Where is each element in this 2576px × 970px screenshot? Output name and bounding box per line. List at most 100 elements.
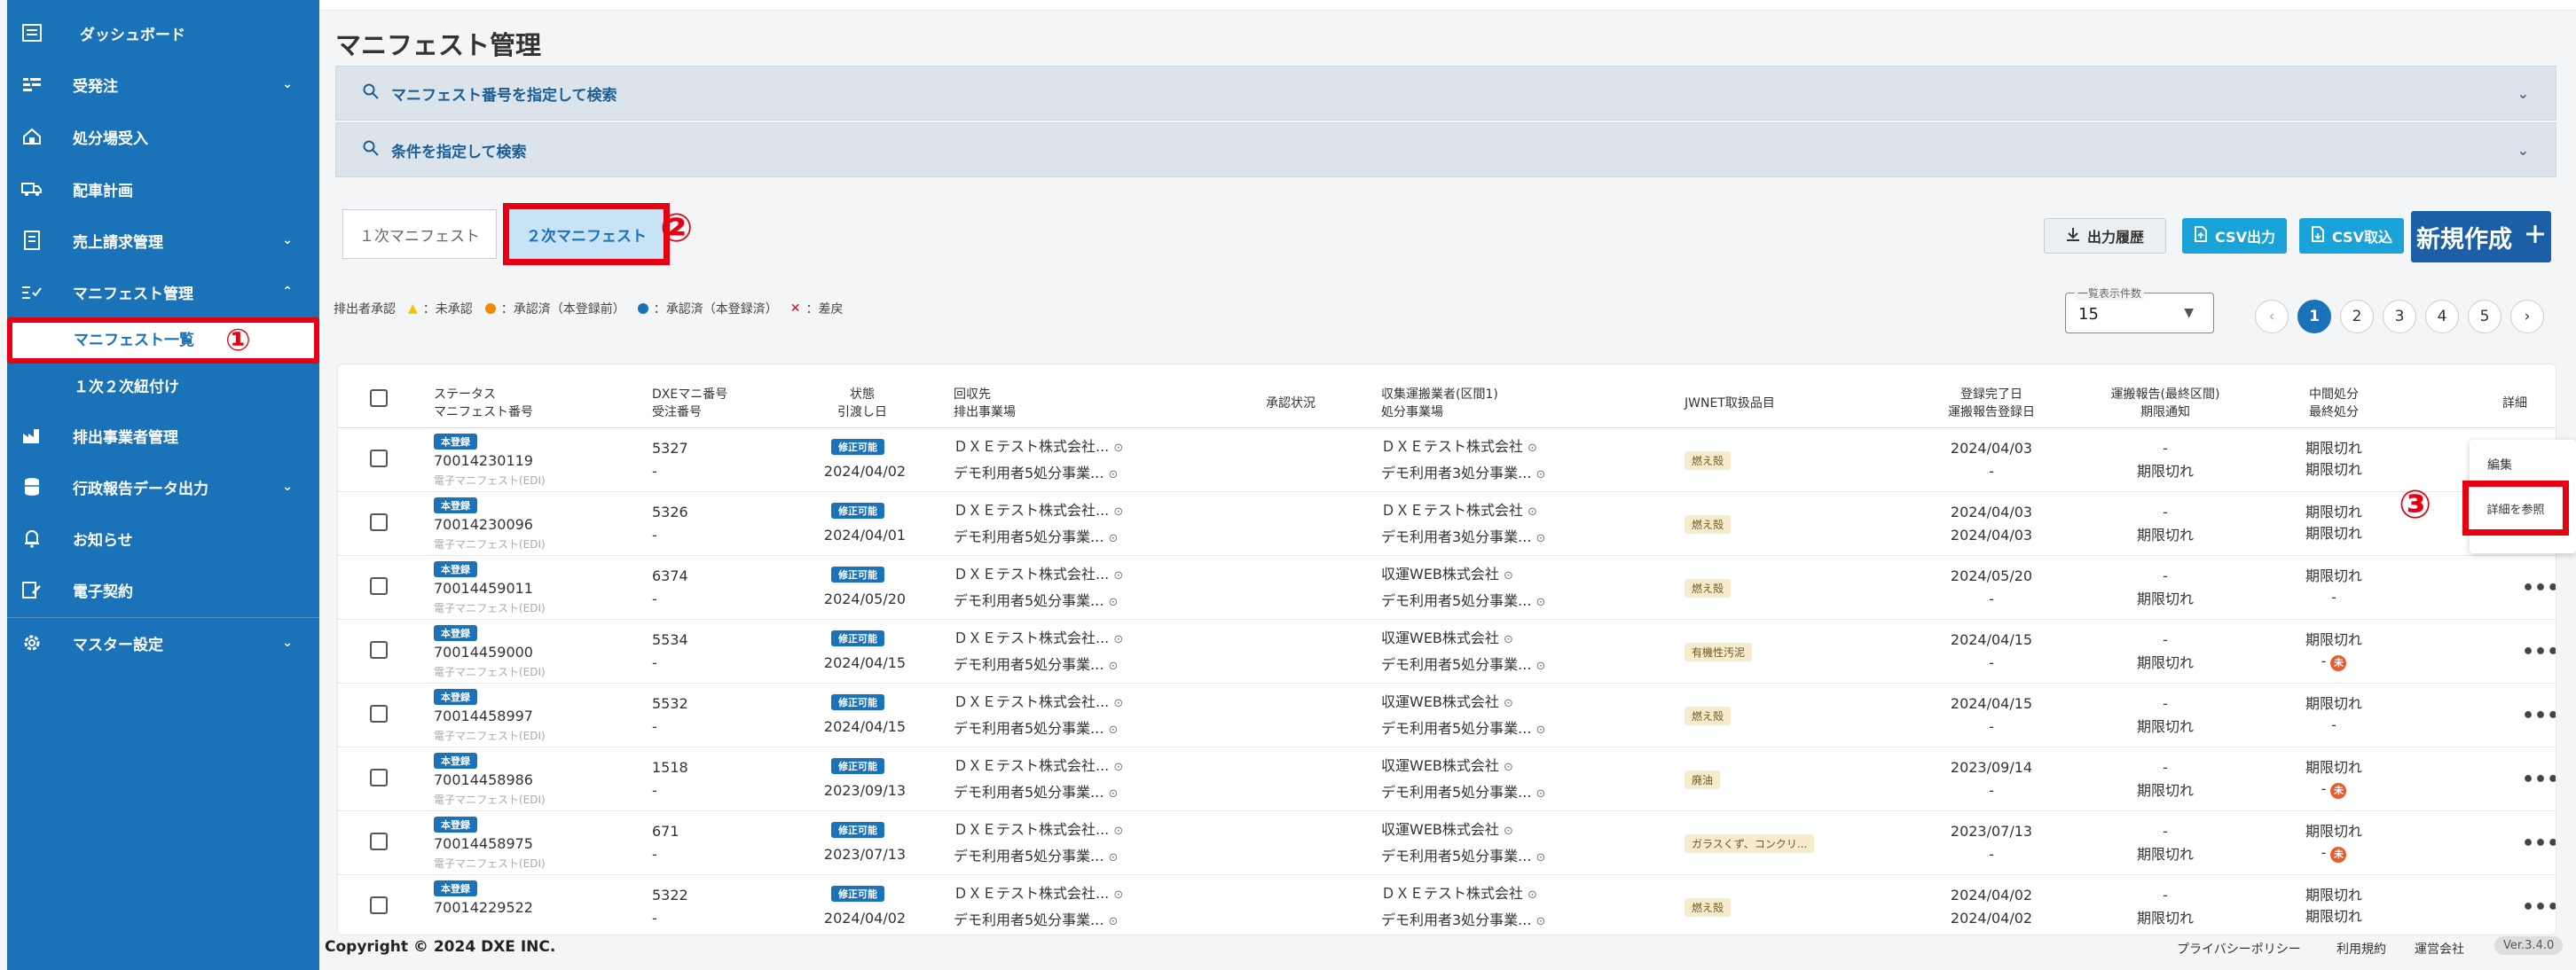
order-number: - (652, 782, 657, 799)
sidebar-item-master-settings[interactable]: マスター設定 ⌄ (7, 628, 319, 658)
disposal-site: デモ利用者5処分事業... ⊙ (1381, 720, 1546, 737)
row-checkbox[interactable] (370, 641, 388, 659)
more-actions-button[interactable]: ••• (2522, 833, 2556, 855)
more-actions-button[interactable]: ••• (2522, 769, 2556, 791)
sidebar-item-billing[interactable]: 売上請求管理 ⌄ (7, 225, 319, 255)
warning-icon: 未 (2330, 655, 2347, 671)
transporter-name: ＤＸＥテスト株式会社 ⊙ (1381, 885, 1538, 902)
privacy-policy-link[interactable]: プライバシーポリシー (2177, 940, 2301, 958)
sidebar-item-disposal-intake[interactable]: 処分場受入 (7, 121, 319, 152)
sidebar-item-manifest[interactable]: マニフェスト管理 ⌃ (7, 277, 319, 307)
row-checkbox[interactable] (370, 513, 388, 531)
manifest-number[interactable]: 70014458986 (434, 771, 533, 790)
sidebar-item-label: マニフェスト管理 (73, 285, 193, 303)
table-row[interactable]: 本登録 70014459000 電子マニフェスト(EDI) 5534 - 修正可能 2024… (338, 620, 2556, 684)
sidebar-item-orders[interactable]: 受発注 ⌄ (7, 69, 319, 99)
row-checkbox[interactable] (370, 833, 388, 850)
table-row[interactable]: 本登録 70014458975 電子マニフェスト(EDI) 671 - 修正可能 2023/… (338, 811, 2556, 875)
final-disposal: - (2331, 589, 2336, 606)
page-button-5[interactable]: 5 (2468, 300, 2501, 333)
location-pin-icon: ⊙ (1113, 825, 1124, 838)
sidebar-subitem-link-1st-2nd[interactable]: １次２次紐付け (7, 372, 319, 403)
sidebar-item-admin-report[interactable]: 行政報告データ出力 ⌄ (7, 472, 319, 502)
sidebar-item-dispatch[interactable]: 配車計画 (7, 174, 319, 204)
annotation-3: ③ (2399, 482, 2432, 528)
dxe-number: 5534 (652, 631, 688, 648)
page-button-1[interactable]: 1 (2297, 300, 2331, 333)
main-content: マニフェスト管理 マニフェスト番号を指定して検索 ⌄ 条件を指定して検索 ⌄ １… (319, 0, 2576, 970)
transport-report-date: - (1989, 718, 1994, 735)
more-actions-button[interactable]: ••• (2522, 577, 2556, 599)
handover-date: 2023/07/13 (823, 846, 907, 863)
select-all-checkbox[interactable] (370, 389, 388, 407)
sidebar-item-e-contract[interactable]: 電子契約 (7, 575, 319, 605)
location-pin-icon: ⊙ (1535, 787, 1546, 801)
row-checkbox[interactable] (370, 577, 388, 595)
transport-report-date: 2024/04/03 (1950, 527, 2033, 544)
emitter-site: デモ利用者5処分事業... ⊙ (954, 528, 1119, 545)
next-page-button[interactable]: › (2510, 300, 2544, 333)
manifest-number[interactable]: 70014459011 (434, 579, 533, 598)
manifest-number[interactable]: 70014458975 (434, 834, 533, 854)
table-row[interactable]: 本登録 70014458986 電子マニフェスト(EDI) 1518 - 修正可能 2023… (338, 747, 2556, 811)
dxe-number: 5322 (652, 887, 688, 904)
tab-secondary-manifest[interactable]: ２次マニフェスト (503, 203, 670, 265)
sidebar-item-dashboard[interactable]: ダッシュボード (7, 18, 319, 48)
manifest-number[interactable]: 70014230119 (434, 451, 533, 471)
create-new-button[interactable]: 新規作成 (2411, 211, 2551, 262)
location-pin-icon: ⊙ (1528, 442, 1538, 455)
page-size-select[interactable]: 一覧表示件数 15 ▼ (2065, 286, 2214, 333)
table-row[interactable]: 本登録 70014458997 電子マニフェスト(EDI) 5532 - 修正可能 2024… (338, 684, 2556, 747)
sidebar-subitem-manifest-list[interactable]: マニフェスト一覧 ① (7, 317, 319, 364)
search-by-condition-panel[interactable]: 条件を指定して検索 ⌄ (335, 122, 2556, 177)
status-badge: 本登録 (434, 689, 477, 705)
gear-icon (21, 632, 43, 653)
th-dxe-no: DXEマニ番号 受注番号 (652, 387, 728, 419)
sidebar-item-label: 配車計画 (73, 182, 133, 200)
csv-import-button[interactable]: CSV取込 (2299, 218, 2404, 254)
location-pin-icon: ⊙ (1535, 915, 1546, 928)
table-row[interactable]: 本登録 70014229522 5322 - 修正可能 2024/04/02 ＤＸＥテスト株… (338, 875, 2556, 935)
sidebar-item-emitters[interactable]: 排出事業者管理 (7, 420, 319, 450)
row-checkbox[interactable] (370, 705, 388, 723)
more-actions-button[interactable]: ••• (2522, 705, 2556, 727)
manifest-number[interactable]: 70014230096 (434, 515, 533, 535)
page-button-4[interactable]: 4 (2425, 300, 2459, 333)
dxe-number: 5326 (652, 504, 688, 520)
table-row[interactable]: 本登録 70014459011 電子マニフェスト(EDI) 6374 - 修正可能 2024… (338, 556, 2556, 620)
more-actions-button[interactable]: ••• (2522, 896, 2556, 919)
legend-approved-unreg: ：承認済（本登録前） (500, 302, 625, 317)
table-row[interactable]: 本登録 70014230096 電子マニフェスト(EDI) 5326 - 修正可能 2024… (338, 492, 2556, 556)
menu-item-view-detail[interactable]: 詳細を参照 (2462, 481, 2569, 536)
handover-date: 2024/05/20 (823, 591, 907, 607)
final-disposal: - 未 (2289, 652, 2378, 671)
more-actions-button[interactable]: ••• (2522, 641, 2556, 663)
order-number: - (652, 463, 657, 480)
status-badge: 本登録 (434, 880, 477, 896)
export-history-button[interactable]: 出力履歴 (2044, 218, 2166, 254)
plus-icon (2525, 223, 2546, 251)
page-button-3[interactable]: 3 (2383, 300, 2416, 333)
row-checkbox[interactable] (370, 450, 388, 467)
state-badge: 修正可能 (831, 758, 884, 774)
manifest-number[interactable]: 70014459000 (434, 643, 533, 662)
manifest-number[interactable]: 70014229522 (434, 898, 533, 918)
tab-primary-manifest[interactable]: １次マニフェスト (342, 209, 497, 259)
sidebar-item-notices[interactable]: お知らせ (7, 523, 319, 553)
th-transporter: 収集運搬業者(区間1) 処分事業場 (1381, 387, 1498, 419)
page-button-2[interactable]: 2 (2340, 300, 2374, 333)
th-detail: 詳細 (2502, 396, 2527, 411)
menu-item-edit[interactable]: 編集 (2487, 456, 2512, 473)
location-pin-icon: ⊙ (1535, 851, 1546, 864)
row-checkbox[interactable] (370, 769, 388, 786)
terms-link[interactable]: 利用規約 (2336, 940, 2386, 958)
manifest-number[interactable]: 70014458997 (434, 707, 533, 726)
company-link[interactable]: 運営会社 (2415, 940, 2464, 958)
row-checkbox[interactable] (370, 896, 388, 914)
collector-name: ＤＸＥテスト株式会社... ⊙ (954, 757, 1124, 774)
search-by-number-label: マニフェスト番号を指定して検索 (391, 86, 617, 105)
prev-page-button[interactable]: ‹ (2255, 300, 2289, 333)
search-by-number-panel[interactable]: マニフェスト番号を指定して検索 ⌄ (335, 66, 2556, 121)
csv-export-button[interactable]: CSV出力 (2182, 218, 2287, 254)
table-row[interactable]: 本登録 70014230119 電子マニフェスト(EDI) 5327 - 修正可能 2024… (338, 428, 2556, 492)
